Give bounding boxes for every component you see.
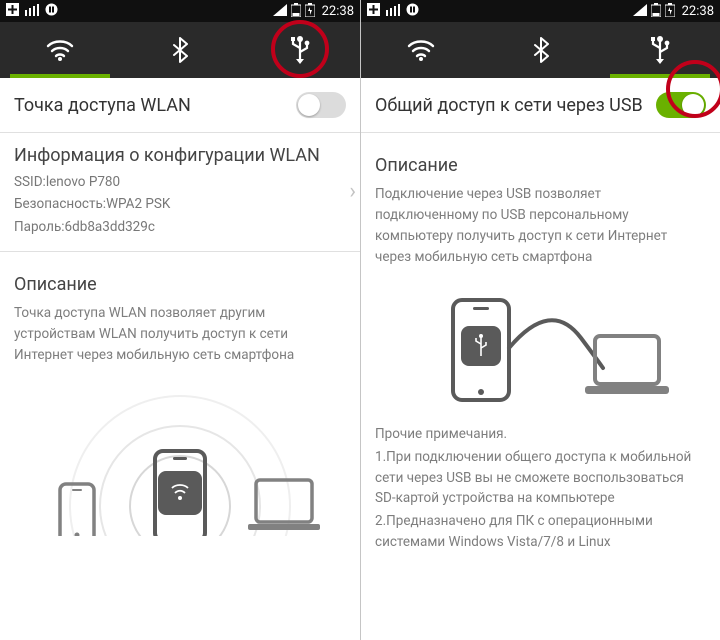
status-bar: 22:38	[361, 0, 720, 22]
add-icon	[367, 3, 380, 19]
wlan-config-row[interactable]: Информация о конфигурации WLAN SSID:leno…	[0, 133, 360, 251]
wlan-desc-body: Точка доступа WLAN позволяет другим устр…	[0, 303, 360, 376]
pause-icon	[45, 3, 58, 19]
wlan-hotspot-row[interactable]: Точка доступа WLAN	[0, 78, 360, 132]
tab-bluetooth[interactable]	[120, 22, 240, 78]
battery-charging-icon	[665, 3, 675, 20]
tab-bluetooth[interactable]	[481, 22, 601, 78]
screen-usb-tether: 22:38 Общий доступ к сети через USB Опис…	[360, 0, 720, 640]
signal-icon	[273, 4, 287, 19]
wlan-hotspot-title: Точка доступа WLAN	[14, 95, 296, 116]
screen-wlan-hotspot: 22:38 Точка доступа WLAN Информация о ко…	[0, 0, 360, 640]
usb-note-2: 2.Предназначено для ПК с операционными с…	[361, 511, 720, 563]
tab-bar	[361, 22, 720, 78]
usb-note-1: 1.При подключении общего доступа к мобил…	[361, 447, 720, 512]
battery-icon	[291, 3, 301, 20]
status-bar: 22:38	[0, 0, 360, 22]
bars-icon	[386, 4, 400, 19]
bars-icon	[25, 4, 39, 19]
add-icon	[6, 3, 19, 19]
usb-desc-body: Подключение через USB позволяет подключе…	[361, 184, 720, 278]
battery-icon	[651, 3, 661, 20]
usb-illustration	[361, 278, 720, 418]
status-time: 22:38	[682, 4, 714, 19]
tab-usb[interactable]	[240, 22, 360, 78]
tab-wifi[interactable]	[361, 22, 481, 78]
usb-tether-toggle[interactable]	[656, 92, 706, 118]
usb-tether-title: Общий доступ к сети через USB	[375, 95, 656, 116]
status-time: 22:38	[322, 4, 354, 19]
wlan-password: Пароль:6db8a3dd329c	[0, 217, 345, 239]
usb-notes-head: Прочие примечания.	[361, 424, 720, 447]
wlan-config-title: Информация о конфигурации WLAN	[14, 145, 331, 166]
wlan-hotspot-toggle[interactable]	[296, 92, 346, 118]
chevron-right-icon: ›	[345, 179, 360, 204]
wlan-desc-head: Описание	[14, 274, 346, 295]
wlan-security: Безопасность:WPA2 PSK	[0, 194, 345, 216]
tab-usb[interactable]	[600, 22, 720, 78]
battery-charging-icon	[305, 3, 315, 20]
wlan-illustration	[0, 376, 360, 536]
tab-wifi[interactable]	[0, 22, 120, 78]
pause-icon	[406, 3, 419, 19]
usb-desc-head: Описание	[375, 155, 706, 176]
signal-icon	[633, 4, 647, 19]
wlan-ssid: SSID:lenovo P780	[0, 172, 345, 194]
usb-tether-row[interactable]: Общий доступ к сети через USB	[361, 78, 720, 132]
tab-bar	[0, 22, 360, 78]
